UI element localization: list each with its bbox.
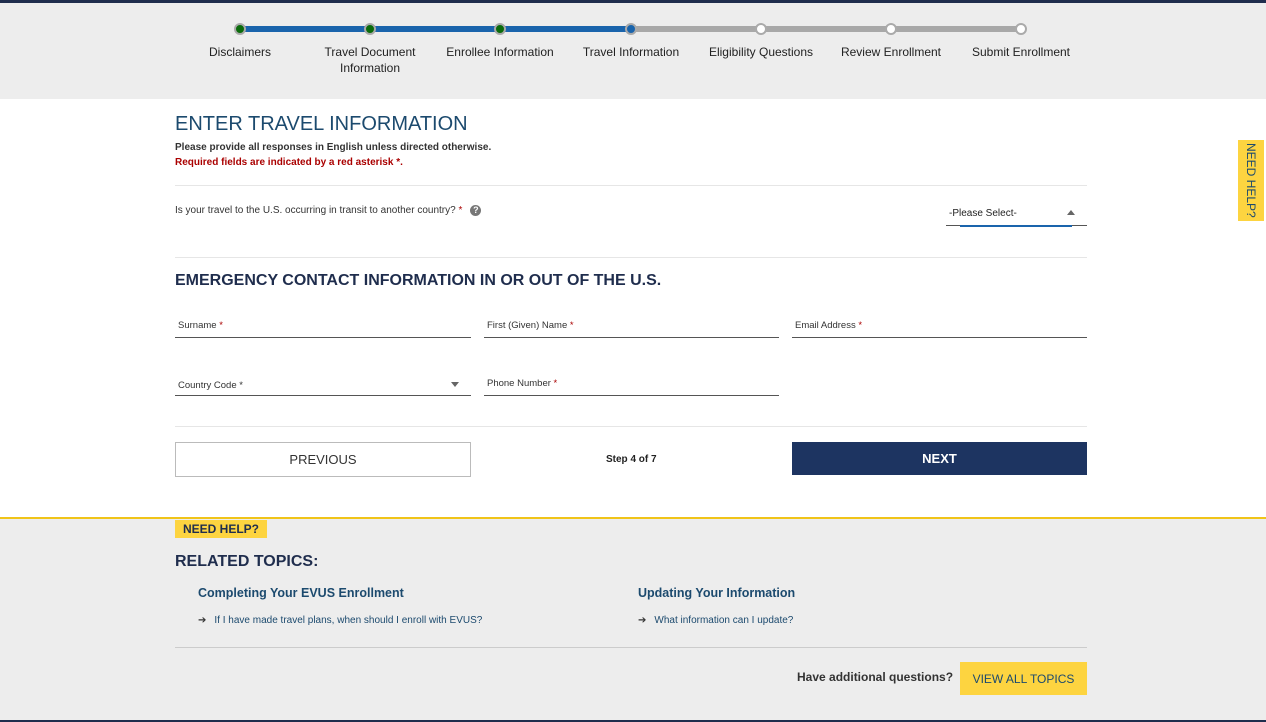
step-label: Eligibility Questions: [708, 45, 814, 59]
topic-link-text[interactable]: If I have made travel plans, when should…: [214, 615, 482, 626]
required-asterisk: *: [219, 320, 223, 331]
divider: [175, 647, 1087, 648]
footer-help: NEED HELP? RELATED TOPICS: Completing Yo…: [0, 517, 1266, 722]
period: .: [400, 157, 403, 168]
required-asterisk: *: [858, 320, 863, 331]
caret-up-icon: [1067, 210, 1075, 215]
stepper-track: [761, 26, 891, 32]
topic-title: Completing Your EVUS Enrollment: [198, 586, 404, 600]
transit-question-label: Is your travel to the U.S. occurring in …: [175, 205, 456, 216]
stepper-track: [240, 26, 370, 32]
focus-underline: [960, 225, 1072, 227]
arrow-right-icon: ➔: [198, 615, 207, 626]
step-dot: [494, 23, 506, 35]
step-dot: [625, 23, 637, 35]
surname-label: Surname: [178, 320, 217, 331]
stepper-track: [370, 26, 500, 32]
need-help-side-tab[interactable]: NEED HELP?: [1238, 140, 1264, 221]
caret-down-icon: [451, 382, 459, 387]
page-title: ENTER TRAVEL INFORMATION: [175, 113, 468, 135]
topic-link[interactable]: ➔ What information can I update?: [638, 615, 793, 626]
country-code-label: Country Code: [178, 380, 237, 391]
phone-input[interactable]: Phone Number *: [484, 372, 779, 396]
previous-button[interactable]: PREVIOUS: [175, 442, 471, 477]
next-button[interactable]: NEXT: [792, 442, 1087, 475]
stepper-track: [500, 26, 631, 32]
arrow-right-icon: ➔: [638, 615, 647, 626]
required-asterisk: *: [569, 320, 574, 331]
topic-title: Updating Your Information: [638, 586, 796, 600]
stepper-track: [891, 26, 1021, 32]
additional-questions: Have additional questions?: [797, 670, 954, 684]
step-label: Disclaimers: [208, 45, 271, 59]
view-all-topics-button[interactable]: VIEW ALL TOPICS: [960, 662, 1087, 695]
transit-select-value: -Please Select-: [949, 208, 1017, 219]
related-topics-title: RELATED TOPICS:: [175, 553, 319, 570]
topic-link[interactable]: ➔ If I have made travel plans, when shoul…: [198, 615, 482, 626]
step-label: Submit Enrollment: [971, 45, 1071, 59]
transit-select[interactable]: -Please Select-: [946, 203, 1087, 227]
phone-label: Phone Number: [487, 378, 551, 389]
step-dot: [1015, 23, 1027, 35]
stepper-track: [631, 26, 761, 32]
country-code-select[interactable]: Country Code *: [175, 372, 471, 396]
transit-question: Is your travel to the U.S. occurring in …: [175, 205, 482, 216]
main-content: ENTER TRAVEL INFORMATION Please provide …: [0, 99, 1266, 517]
step-label: Travel Document Information: [324, 45, 416, 75]
progress-stepper: Disclaimers Travel Document Information En…: [0, 3, 1266, 99]
step-dot: [885, 23, 897, 35]
step-label: Enrollee Information: [446, 45, 554, 59]
step-label: Travel Information: [582, 45, 680, 59]
divider: [175, 426, 1087, 427]
emergency-title: EMERGENCY CONTACT INFORMATION IN OR OUT …: [175, 272, 662, 289]
divider: [175, 185, 1087, 186]
step-indicator: Step 4 of 7: [606, 454, 657, 465]
email-label: Email Address: [795, 320, 856, 331]
step-dot: [364, 23, 376, 35]
required-asterisk: *: [458, 205, 463, 216]
surname-input[interactable]: Surname *: [175, 314, 471, 338]
english-note: Please provide all responses in English …: [175, 142, 492, 153]
step-label: Review Enrollment: [840, 45, 942, 59]
required-asterisk: *: [239, 380, 243, 391]
topic-link-text[interactable]: What information can I update?: [654, 615, 793, 626]
need-help-tag: NEED HELP?: [175, 520, 268, 538]
step-dot: [234, 23, 246, 35]
required-note-text: Required fields are indicated by a red a…: [175, 157, 397, 168]
step-dot: [755, 23, 767, 35]
email-input[interactable]: Email Address *: [792, 314, 1087, 338]
help-icon[interactable]: ?: [470, 205, 482, 216]
first-name-label: First (Given) Name: [487, 320, 568, 331]
first-name-input[interactable]: First (Given) Name *: [484, 314, 779, 338]
required-asterisk: *: [553, 378, 558, 389]
required-note: Required fields are indicated by a red a…: [175, 157, 403, 168]
divider: [175, 257, 1087, 258]
